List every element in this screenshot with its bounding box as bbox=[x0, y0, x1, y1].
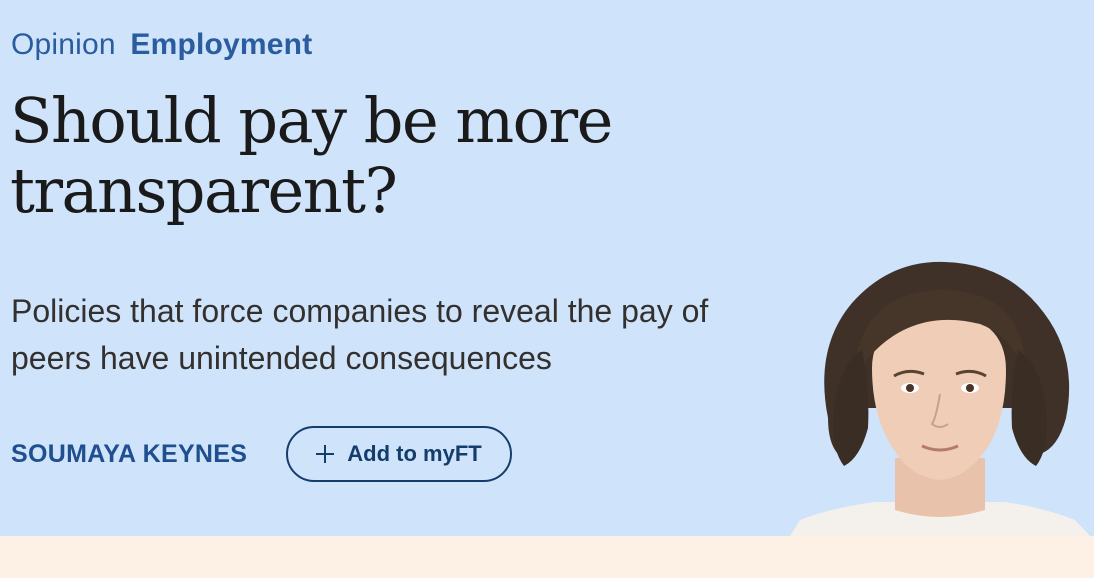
headline-line-1: Should pay be more bbox=[10, 84, 613, 157]
headline-line-2: transparent? bbox=[10, 154, 398, 227]
topic-link[interactable]: Employment bbox=[130, 28, 312, 61]
article-headline: Should pay be more transparent? bbox=[10, 86, 770, 226]
article-hero: Opinion Employment Should pay be more tr… bbox=[0, 0, 1094, 536]
plus-icon bbox=[316, 445, 335, 463]
author-link[interactable]: SOUMAYA KEYNES bbox=[11, 440, 247, 469]
add-to-myft-label: Add to myFT bbox=[347, 441, 482, 466]
section-label[interactable]: Opinion bbox=[11, 28, 116, 61]
author-photo bbox=[790, 261, 1090, 536]
add-to-myft-button[interactable]: Add to myFT bbox=[286, 426, 512, 482]
article-kicker: Opinion Employment bbox=[11, 28, 312, 62]
page-background-strip bbox=[0, 536, 1094, 578]
article-standfirst: Policies that force companies to reveal … bbox=[11, 293, 709, 376]
